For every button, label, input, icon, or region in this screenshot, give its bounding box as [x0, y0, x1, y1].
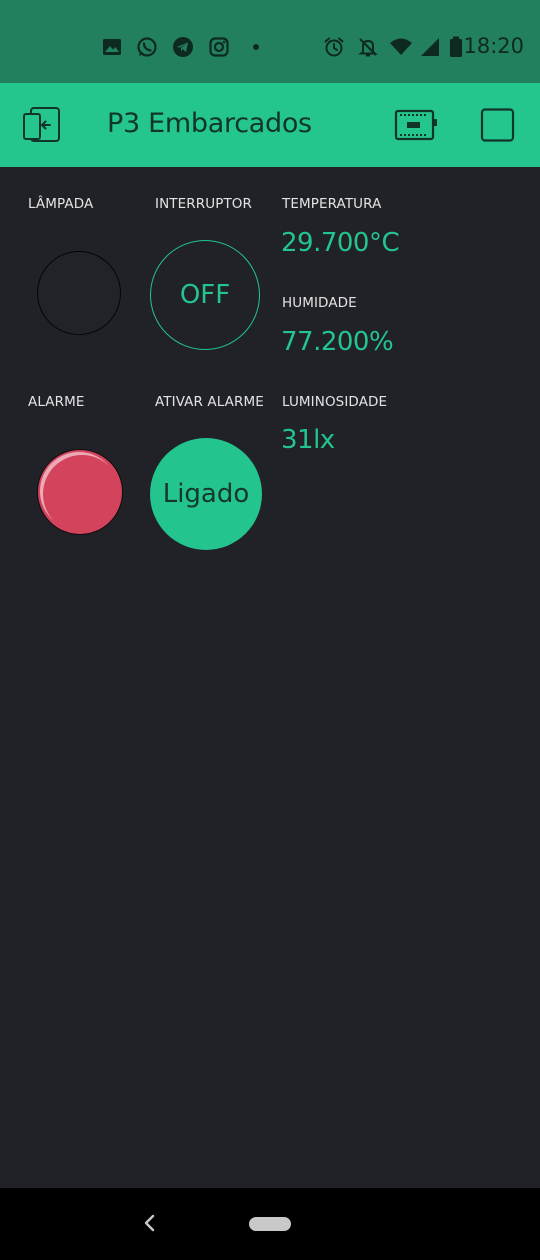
alarme-label: ALARME	[28, 394, 85, 410]
home-pill[interactable]	[249, 1217, 291, 1231]
dot-icon	[253, 44, 259, 50]
lampada-led	[37, 251, 121, 335]
app-title: P3 Embarcados	[107, 108, 312, 139]
interruptor-label: INTERRUPTOR	[155, 196, 252, 212]
notifications-off-icon	[358, 38, 378, 57]
clock: 18:20	[463, 34, 524, 58]
alarm-icon	[324, 37, 344, 57]
instagram-icon	[209, 37, 229, 57]
ativar-alarme-label: ATIVAR ALARME	[155, 394, 264, 410]
exit-icon[interactable]	[22, 106, 62, 144]
back-icon[interactable]	[140, 1211, 160, 1235]
temperatura-value: 29.700°C	[281, 228, 400, 258]
interruptor-button[interactable]: OFF	[150, 240, 260, 350]
wifi-icon	[390, 38, 412, 55]
alarme-led	[37, 449, 123, 535]
lampada-label: LÂMPADA	[28, 196, 94, 212]
humidade-value: 77.200%	[281, 327, 394, 357]
telegram-icon	[173, 37, 193, 57]
device-icon[interactable]	[394, 108, 438, 142]
luminosidade-label: LUMINOSIDADE	[282, 394, 388, 410]
temperatura-label: TEMPERATURA	[282, 196, 382, 212]
signal-icon	[421, 38, 439, 56]
humidade-label: HUMIDADE	[282, 295, 357, 311]
battery-icon	[450, 36, 462, 57]
gallery-icon	[103, 39, 121, 55]
square-icon[interactable]	[480, 108, 516, 142]
ativar-alarme-button[interactable]: Ligado	[150, 438, 262, 550]
whatsapp-icon	[137, 37, 157, 57]
status-bar: 18:20	[0, 0, 540, 83]
luminosidade-value: 31lx	[281, 425, 335, 455]
